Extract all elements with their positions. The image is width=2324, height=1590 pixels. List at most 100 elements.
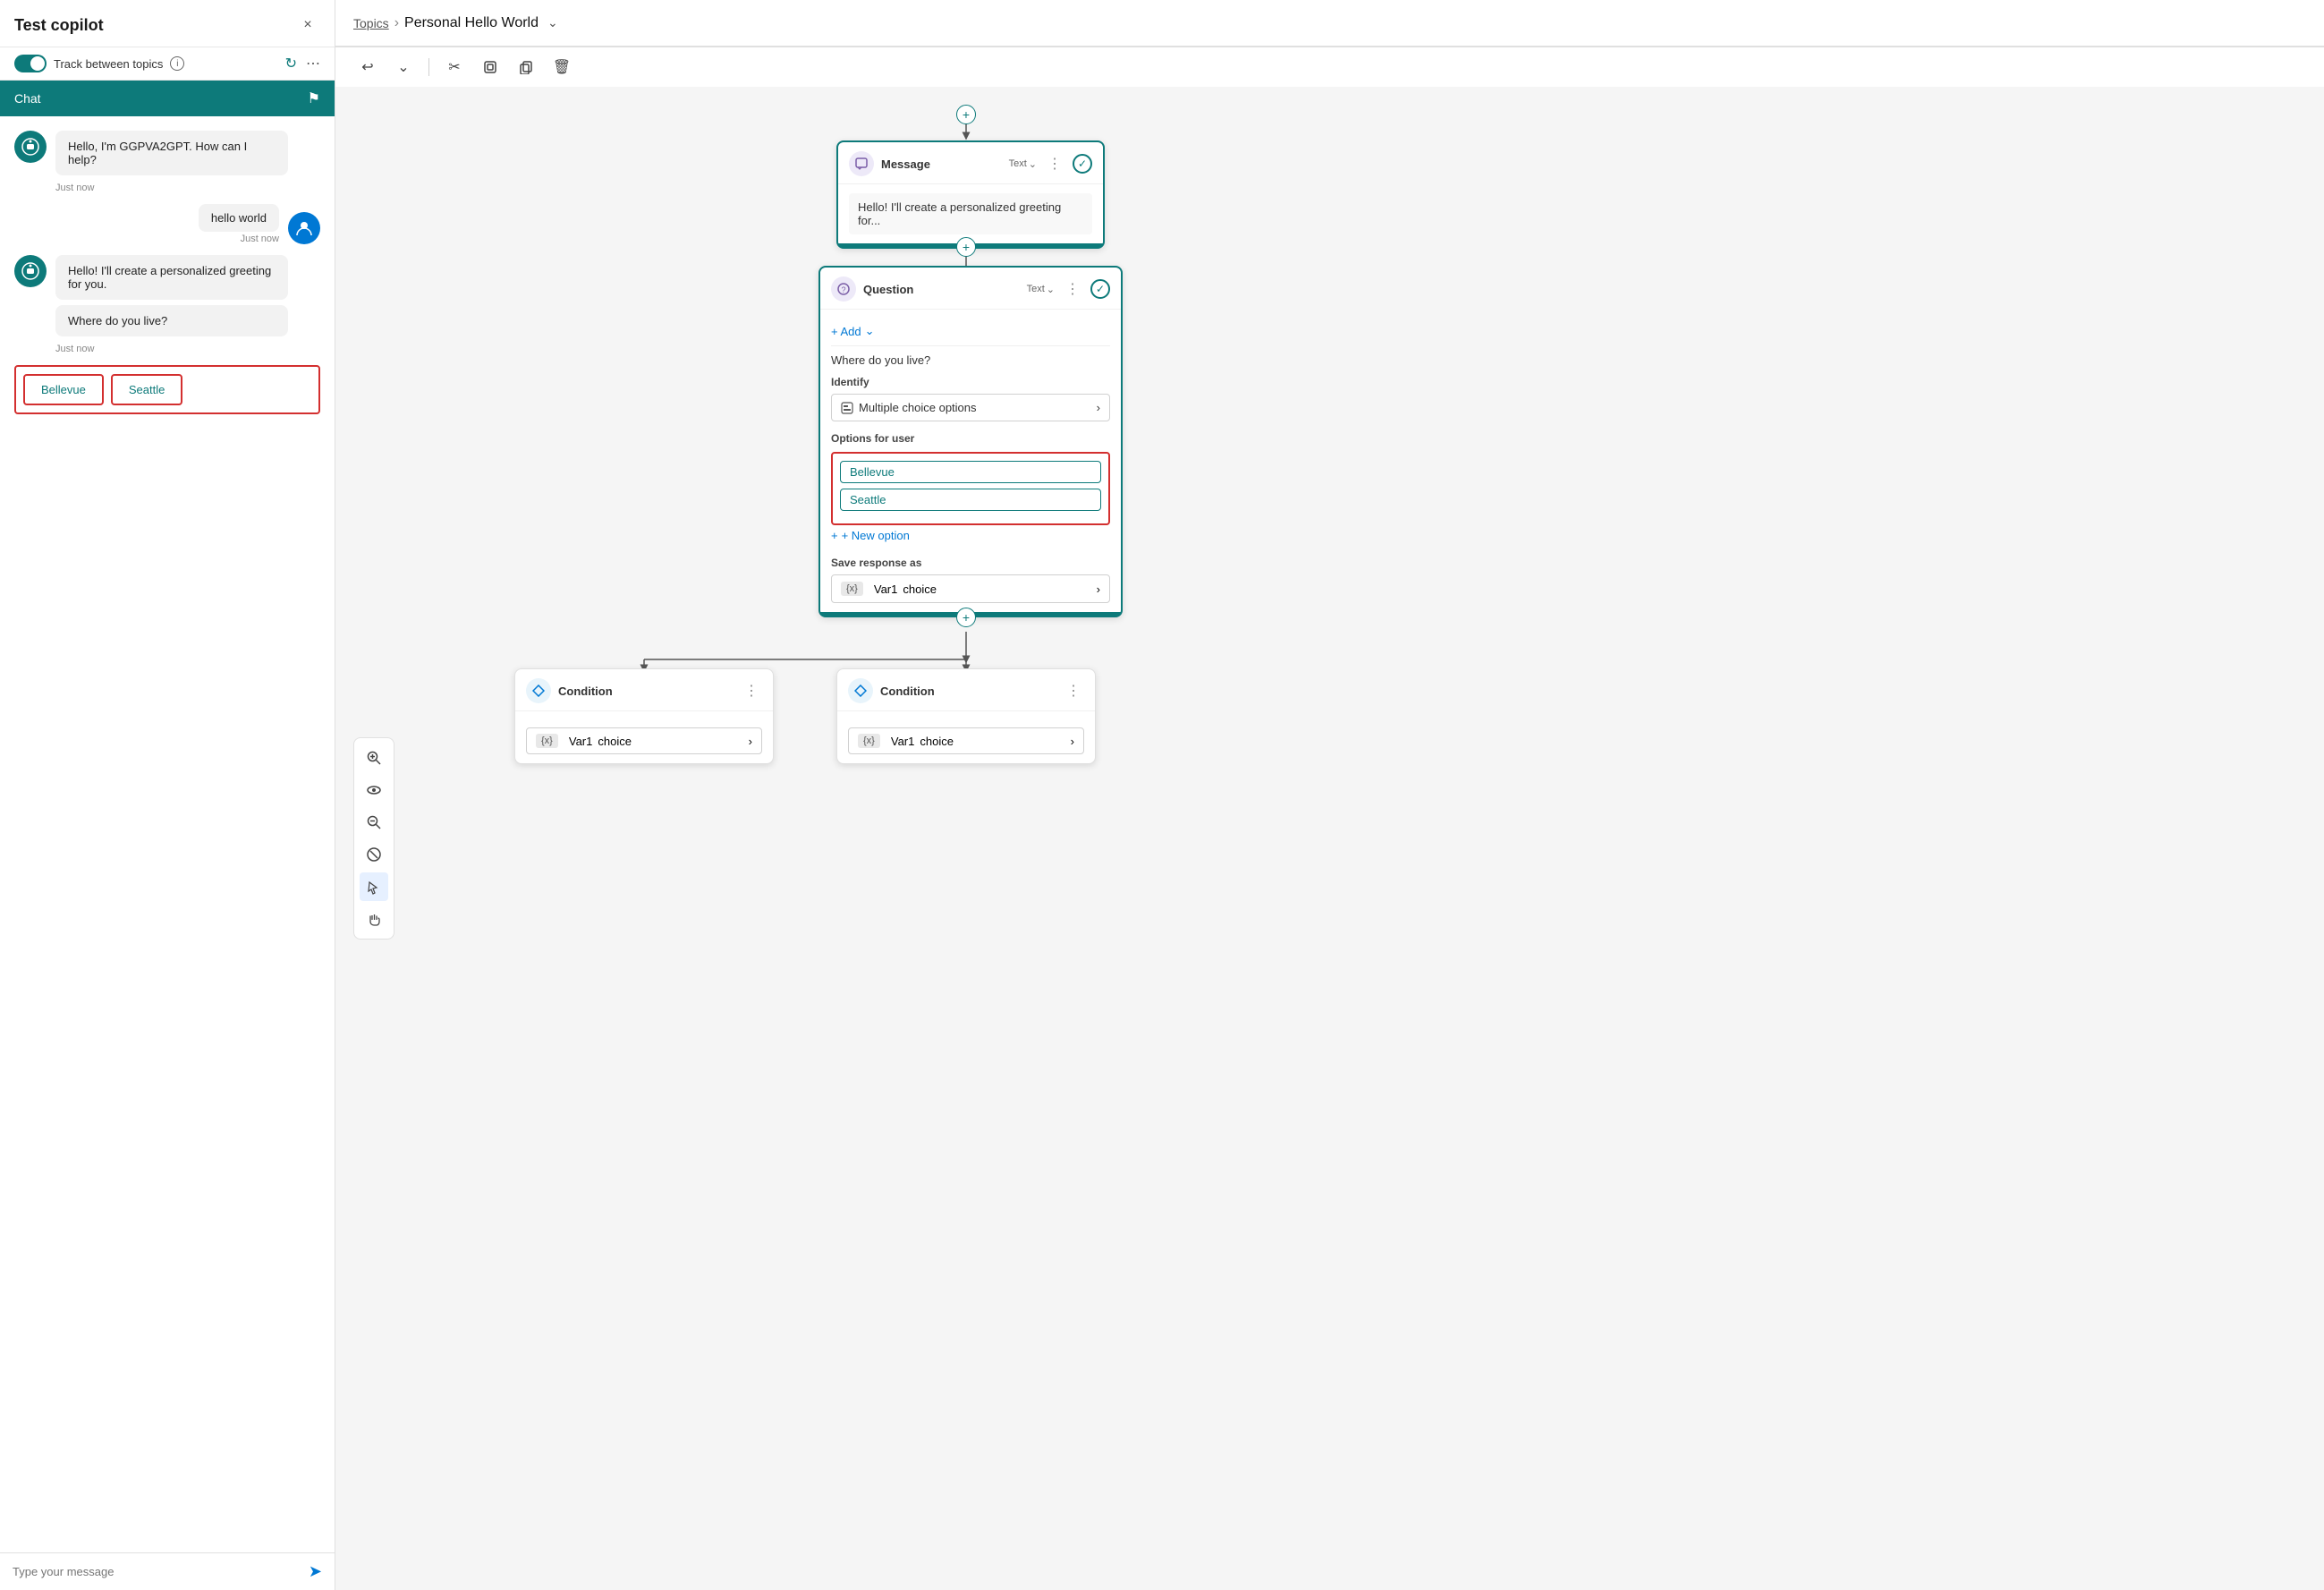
condition-right-select[interactable]: {x} Var1 choice › <box>848 727 1084 754</box>
select-tool[interactable] <box>360 872 388 901</box>
bot-messages-1: Hello, I'm GGPVA2GPT. How can I help? Ju… <box>55 131 288 193</box>
chat-options-group: Bellevue Seattle <box>14 365 320 414</box>
zoom-out-tool[interactable] <box>360 808 388 837</box>
save-response-label: Save response as <box>831 557 1110 569</box>
track-label: Track between topics <box>54 57 163 71</box>
question-node-body: + Add ⌄ Where do you live? Identify Mult… <box>820 310 1121 612</box>
panel-title: Test copilot <box>14 16 104 35</box>
track-toggle[interactable] <box>14 55 47 72</box>
message-node-header: Message Text ⌄ ⋮ ✓ <box>838 142 1103 184</box>
option-tag-bellevue[interactable]: Bellevue <box>840 461 1101 483</box>
canvas-content[interactable]: + Message Text ⌄ ⋮ ✓ <box>335 87 2324 1590</box>
bot-bubble-1: Hello, I'm GGPVA2GPT. How can I help? <box>55 131 288 175</box>
right-panel: Topics › Personal Hello World ⌄ ↩ ⌄ ✂ 🗑 <box>335 0 2324 1590</box>
chat-input[interactable] <box>13 1565 300 1578</box>
condition-left-var-badge: {x} <box>536 734 558 748</box>
option-tag-seattle[interactable]: Seattle <box>840 489 1101 511</box>
user-bubble-1: hello world <box>199 204 279 232</box>
track-actions: ↻ ⋯ <box>285 55 320 72</box>
user-avatar <box>288 212 320 244</box>
zoom-in-tool[interactable] <box>360 744 388 772</box>
options-highlight-box: Bellevue Seattle <box>831 452 1110 525</box>
var-type: choice <box>903 582 937 596</box>
delete-button[interactable]: 🗑 <box>547 53 576 81</box>
message-icon <box>849 151 874 176</box>
cancel-tool[interactable] <box>360 840 388 869</box>
condition-left-var-name: Var1 <box>569 735 593 748</box>
save-response-row[interactable]: {x} Var1 choice › <box>831 574 1110 603</box>
breadcrumb-current: Personal Hello World <box>404 15 539 31</box>
more-options-icon[interactable]: ⋯ <box>306 55 320 72</box>
question-node-check[interactable]: ✓ <box>1090 279 1110 299</box>
var-name: Var1 <box>874 582 898 596</box>
question-text: Where do you live? <box>831 346 1110 376</box>
plus-btn-mid[interactable]: + <box>956 237 976 257</box>
question-node: ? Question Text ⌄ ⋮ ✓ + Add ⌄ <box>818 266 1123 617</box>
timestamp-1: Just now <box>55 183 288 193</box>
condition-left-select[interactable]: {x} Var1 choice › <box>526 727 762 754</box>
panel-header: Test copilot × <box>0 0 335 47</box>
close-button[interactable]: × <box>295 13 320 38</box>
undo-button[interactable]: ↩ <box>353 53 382 81</box>
bot-messages-2: Hello! I'll create a personalized greeti… <box>55 255 288 354</box>
svg-text:?: ? <box>841 285 845 294</box>
condition-left-icon <box>526 678 551 703</box>
message-node: Message Text ⌄ ⋮ ✓ Hello! I'll create a … <box>836 140 1105 249</box>
dropdown-button[interactable]: ⌄ <box>389 53 418 81</box>
plus-btn-bottom[interactable]: + <box>956 608 976 627</box>
cut-button[interactable]: ✂ <box>440 53 469 81</box>
chat-area: Hello, I'm GGPVA2GPT. How can I help? Ju… <box>0 116 335 1552</box>
shape-button[interactable] <box>476 53 505 81</box>
condition-left-body: {x} Var1 choice › <box>515 711 773 763</box>
condition-left-more[interactable]: ⋮ <box>741 682 762 700</box>
identify-label: Identify <box>831 376 1110 388</box>
question-type-badge: Text ⌄ <box>1027 284 1055 295</box>
info-icon[interactable]: i <box>170 56 184 71</box>
bot-bubble-2b: Where do you live? <box>55 305 288 336</box>
condition-right-more[interactable]: ⋮ <box>1063 682 1084 700</box>
hand-tool[interactable] <box>360 905 388 933</box>
flag-icon[interactable]: ⚑ <box>308 89 320 107</box>
user-message-1: hello world Just now <box>14 204 320 244</box>
breadcrumb-chevron-icon[interactable]: ⌄ <box>547 15 558 30</box>
var-badge: {x} <box>841 582 863 596</box>
option-bellevue[interactable]: Bellevue <box>23 374 104 405</box>
breadcrumb-topics[interactable]: Topics <box>353 16 389 30</box>
plus-btn-top[interactable]: + <box>956 105 976 124</box>
bot-avatar-1 <box>14 131 47 163</box>
chat-tab[interactable]: Chat ⚑ <box>0 81 335 116</box>
options-label: Options for user <box>831 432 1110 445</box>
identify-select[interactable]: Multiple choice options › <box>831 394 1110 421</box>
identify-value: Multiple choice options <box>859 401 977 414</box>
canvas-area: + Message Text ⌄ ⋮ ✓ <box>335 87 2324 1590</box>
new-option-button[interactable]: + + New option <box>831 525 1110 546</box>
options-section: Options for user Bellevue Seattle + + Ne… <box>831 432 1110 546</box>
chat-tab-label: Chat <box>14 91 41 106</box>
send-icon[interactable]: ➤ <box>309 1562 322 1581</box>
option-seattle[interactable]: Seattle <box>111 374 182 405</box>
breadcrumb-separator: › <box>394 15 399 31</box>
question-node-more[interactable]: ⋮ <box>1062 280 1083 298</box>
copy-button[interactable] <box>512 53 540 81</box>
message-node-more[interactable]: ⋮ <box>1044 155 1065 173</box>
toolbar: ↩ ⌄ ✂ 🗑 <box>335 47 2324 87</box>
message-node-check[interactable]: ✓ <box>1073 154 1092 174</box>
condition-right-var-badge: {x} <box>858 734 880 748</box>
refresh-icon[interactable]: ↻ <box>285 55 297 72</box>
condition-left-var-type: choice <box>598 735 632 748</box>
track-row: Track between topics i ↻ ⋯ <box>0 47 335 81</box>
condition-left-header: Condition ⋮ <box>515 669 773 711</box>
bot-avatar-2 <box>14 255 47 287</box>
condition-right-body: {x} Var1 choice › <box>837 711 1095 763</box>
bot-message-2: Hello! I'll create a personalized greeti… <box>14 255 320 354</box>
message-node-title: Message <box>881 157 1002 171</box>
canvas-tools <box>353 737 394 940</box>
bot-message-1: Hello, I'm GGPVA2GPT. How can I help? Ju… <box>14 131 320 193</box>
user-message-wrapper: hello world Just now <box>199 204 279 244</box>
condition-right-icon <box>848 678 873 703</box>
chat-input-area: ➤ <box>0 1552 335 1590</box>
eye-tool[interactable] <box>360 776 388 804</box>
left-panel: Test copilot × Track between topics i ↻ … <box>0 0 335 1590</box>
condition-left-title: Condition <box>558 684 734 698</box>
add-button[interactable]: + Add ⌄ <box>831 319 1110 346</box>
